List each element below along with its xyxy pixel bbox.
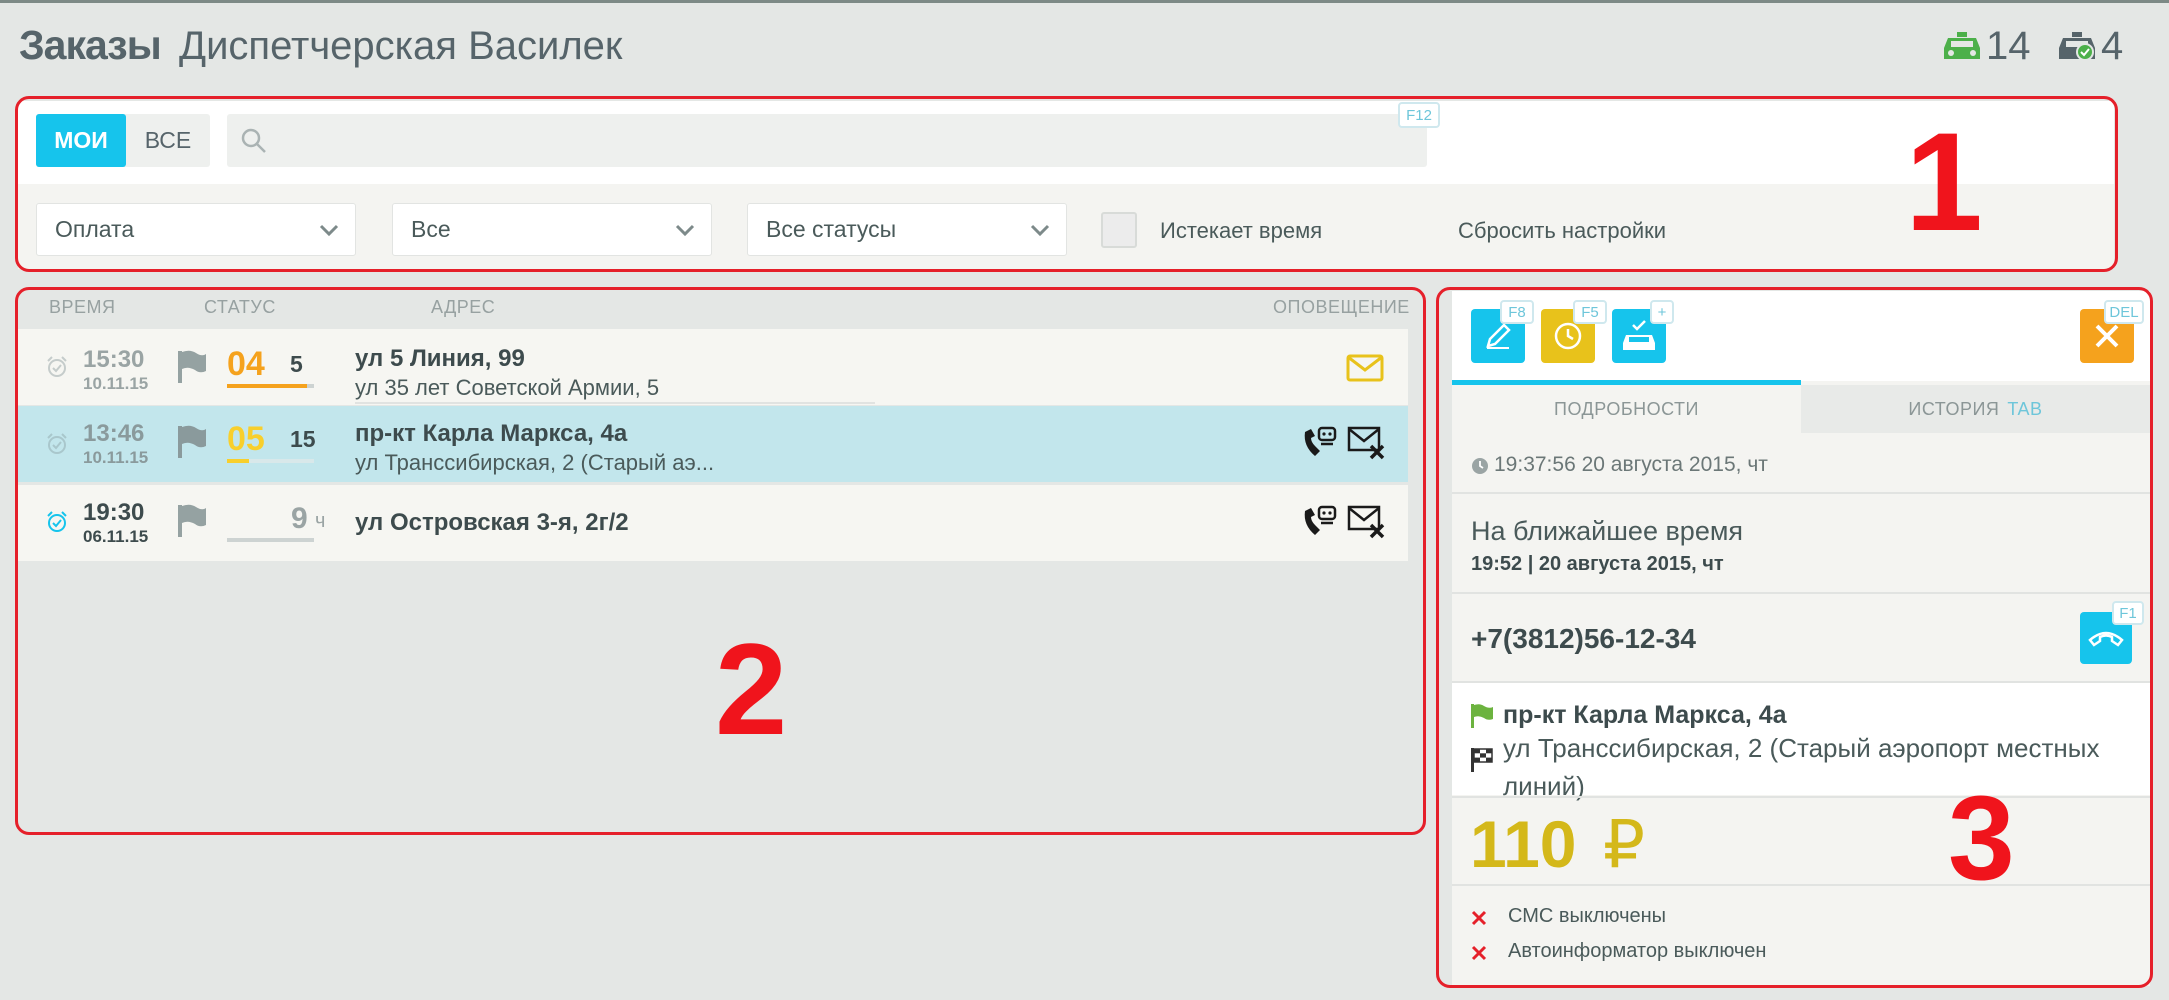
zone-1-frame <box>15 96 2118 272</box>
zone-3-label: 3 <box>1948 771 2015 905</box>
zone-1-label: 1 <box>1905 103 1983 260</box>
free-cars-counter[interactable]: 14 <box>1942 24 2031 69</box>
top-border <box>0 0 2169 3</box>
zone-3-frame <box>1436 287 2153 988</box>
dispatch-name: Диспетчерская Василек <box>179 24 623 68</box>
page-title: Заказы <box>19 22 162 68</box>
busy-cars-counter[interactable]: 4 <box>2057 24 2123 69</box>
zone-2-label: 2 <box>715 616 788 762</box>
free-car-icon <box>1944 31 1980 59</box>
busy-car-icon <box>2059 31 2095 61</box>
busy-cars-count: 4 <box>2101 24 2124 68</box>
free-cars-count: 14 <box>1986 24 2031 68</box>
